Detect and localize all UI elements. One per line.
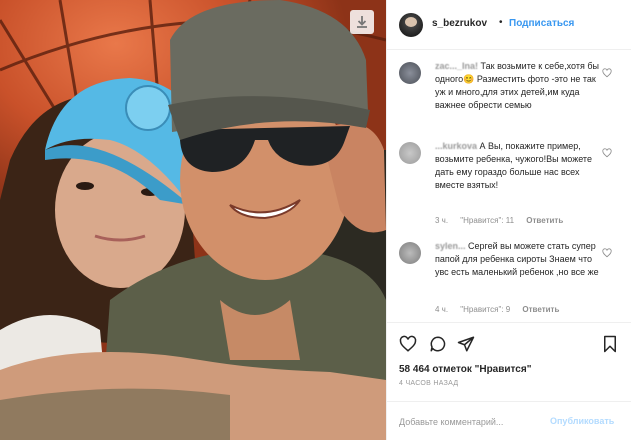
follow-button[interactable]: Подписаться <box>509 18 574 29</box>
heart-icon[interactable] <box>602 68 612 78</box>
add-comment-bar: Опубликовать <box>387 401 631 440</box>
comment-input[interactable] <box>399 413 539 431</box>
comment-meta: 4 ч. "Нравится": 9 Ответить <box>435 305 569 314</box>
post-time: 4 ЧАСОВ НАЗАД <box>399 380 459 387</box>
comments-list[interactable]: zac..._Ina! Так возьмите к себе,хотя бы … <box>387 50 631 322</box>
comment-likes[interactable]: "Нравится": 11 <box>460 216 514 225</box>
separator-dot: • <box>499 17 503 28</box>
comment-author[interactable]: zac..._Ina! <box>435 61 478 71</box>
reply-button[interactable]: Ответить <box>522 305 559 314</box>
photo-illustration <box>0 0 386 440</box>
heart-icon[interactable] <box>602 148 612 158</box>
comment-time: 3 ч. <box>435 216 449 225</box>
download-icon <box>357 16 367 28</box>
comment-likes[interactable]: "Нравится": 9 <box>460 305 510 314</box>
commenter-avatar[interactable] <box>399 142 421 164</box>
share-icon[interactable] <box>457 335 475 353</box>
post-actions: 58 464 отметок "Нравится" 4 ЧАСОВ НАЗАД … <box>387 322 631 440</box>
bookmark-icon[interactable] <box>601 335 619 353</box>
comment-meta: 3 ч. "Нравится": 11 Ответить <box>435 216 573 225</box>
comment-icon[interactable] <box>429 335 447 353</box>
comment-author[interactable]: ...kurkova <box>435 141 477 151</box>
like-heart-icon[interactable] <box>399 335 417 353</box>
author-avatar[interactable] <box>399 13 423 37</box>
download-badge[interactable] <box>350 10 374 34</box>
heart-icon[interactable] <box>602 248 612 258</box>
author-username[interactable]: s_bezrukov <box>432 18 487 29</box>
comment-author[interactable]: sylen... <box>435 241 466 251</box>
post-header: s_bezrukov • Подписаться <box>387 0 631 50</box>
comment-body: ...kurkova А Вы, покажите пример, возьми… <box>435 140 605 192</box>
reply-button[interactable]: Ответить <box>526 216 563 225</box>
commenter-avatar[interactable] <box>399 242 421 264</box>
comment-body: zac..._Ina! Так возьмите к себе,хотя бы … <box>435 60 605 112</box>
comment-body: sylen... Сергей вы можете стать супер па… <box>435 240 605 279</box>
post-side-panel: s_bezrukov • Подписаться zac..._Ina! Так… <box>386 0 631 440</box>
likes-count[interactable]: 58 464 отметок "Нравится" <box>399 364 531 375</box>
publish-button[interactable]: Опубликовать <box>550 416 614 426</box>
comment-time: 4 ч. <box>435 305 449 314</box>
post-photo[interactable] <box>0 0 386 440</box>
commenter-avatar[interactable] <box>399 62 421 84</box>
